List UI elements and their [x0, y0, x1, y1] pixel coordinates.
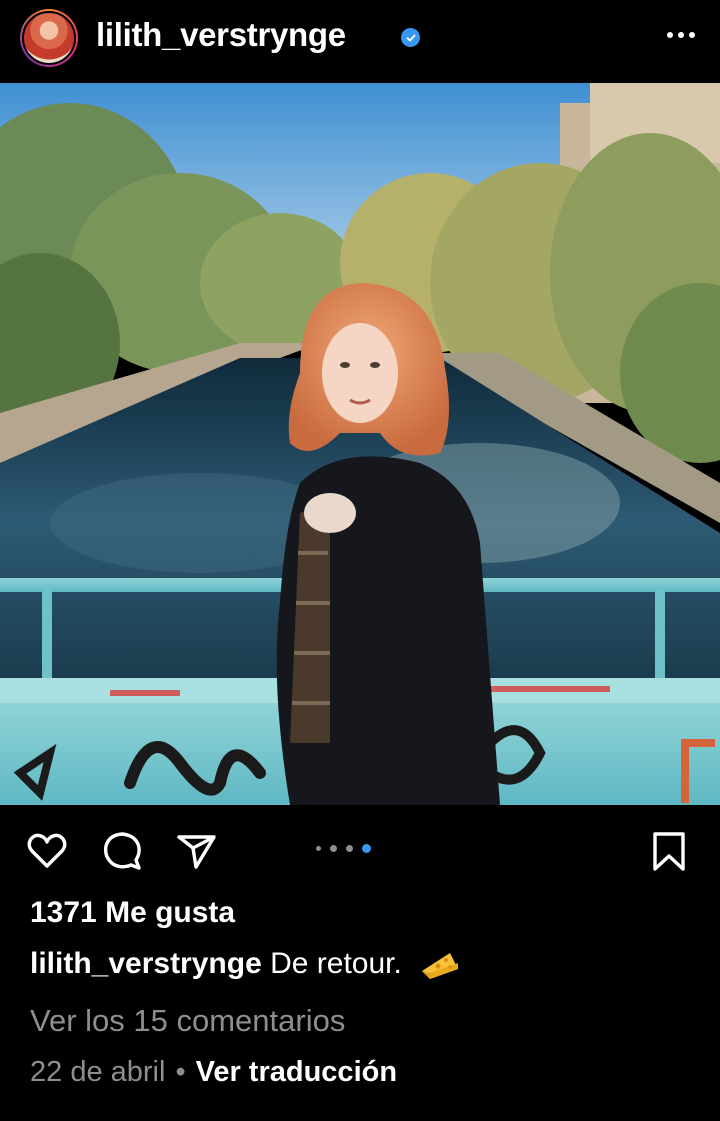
- post-footer: 22 de abril • Ver traducción: [30, 1056, 397, 1089]
- bookmark-icon[interactable]: [646, 828, 692, 874]
- carousel-dot: [346, 845, 353, 852]
- avatar[interactable]: [20, 9, 78, 67]
- heart-icon[interactable]: [24, 828, 70, 874]
- caption: lilith_verstrynge De retour.: [30, 947, 460, 981]
- header-username[interactable]: lilith_verstrynge: [96, 16, 346, 54]
- separator: •: [175, 1056, 186, 1088]
- view-comments-link[interactable]: Ver los 15 comentarios: [30, 1003, 345, 1039]
- action-bar: [0, 820, 720, 880]
- verified-icon: [401, 28, 420, 47]
- share-icon[interactable]: [173, 828, 219, 874]
- caption-username[interactable]: lilith_verstrynge: [30, 947, 262, 980]
- cheese-icon: [422, 953, 459, 980]
- translate-link[interactable]: Ver traducción: [196, 1056, 397, 1088]
- more-icon[interactable]: [664, 18, 698, 52]
- carousel-indicator: [316, 844, 371, 853]
- caption-text: De retour.: [270, 947, 402, 980]
- comment-icon[interactable]: [99, 828, 145, 874]
- carousel-dot: [316, 846, 321, 851]
- post-date: 22 de abril: [30, 1056, 166, 1088]
- post-photo[interactable]: [0, 83, 720, 805]
- carousel-dot-active: [362, 844, 371, 853]
- post-header: lilith_verstrynge: [0, 0, 720, 82]
- carousel-dot: [330, 845, 337, 852]
- likes-count[interactable]: 1371 Me gusta: [30, 896, 235, 930]
